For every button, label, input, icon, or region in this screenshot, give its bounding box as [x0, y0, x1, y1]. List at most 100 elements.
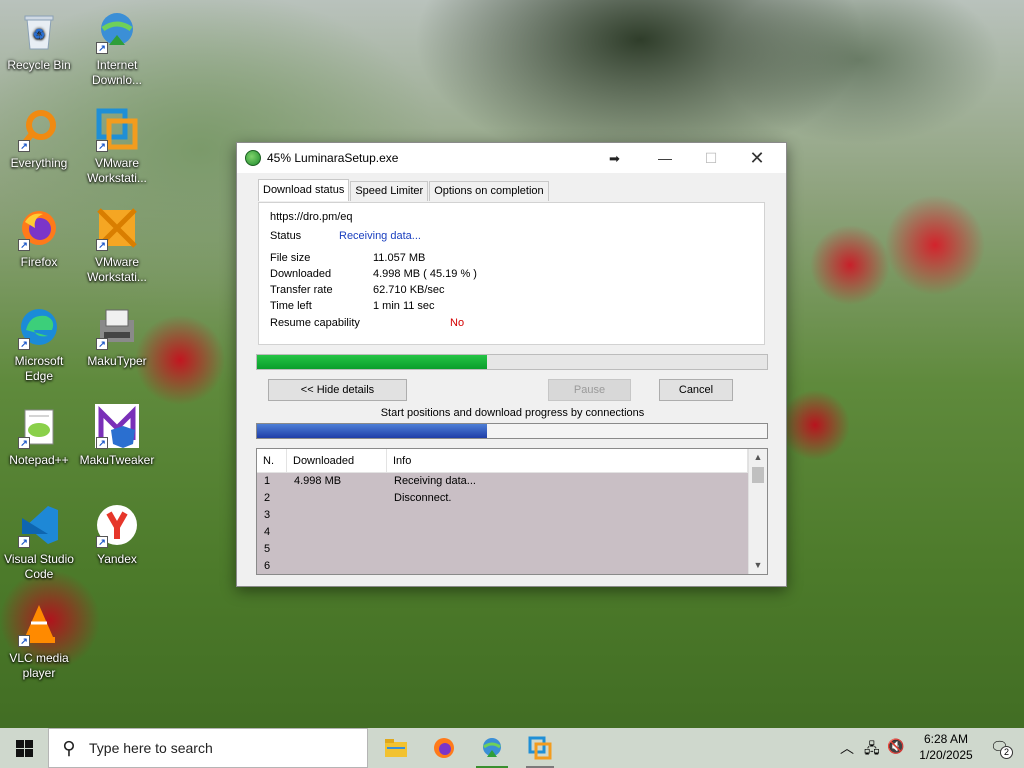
minimize-button[interactable]: — — [642, 143, 688, 173]
column-header-downloaded[interactable]: Downloaded — [287, 449, 387, 472]
vmware-player-icon: ↗ — [94, 205, 140, 251]
notepadpp-icon: ↗ — [16, 403, 62, 449]
detail-value: 11.057 MB — [373, 252, 426, 264]
table-row[interactable]: 6 — [257, 558, 748, 574]
tab-speed-limiter[interactable]: Speed Limiter — [350, 181, 429, 201]
cell-downloaded: 4.998 MB — [294, 475, 342, 487]
close-button[interactable]: ✕ — [734, 143, 780, 173]
desktop-icon-label: VMware Workstati... — [87, 255, 147, 284]
detail-label: Downloaded — [270, 268, 332, 280]
status-value: Receiving data... — [339, 230, 421, 242]
notification-center-icon[interactable]: 🗨 2 — [990, 738, 1013, 759]
desktop-icon-yandex[interactable]: ↗ Yandex — [78, 502, 156, 567]
shortcut-arrow-icon: ↗ — [96, 140, 108, 152]
table-row[interactable]: 2 Disconnect. — [257, 490, 748, 507]
taskbar-vmware[interactable] — [516, 728, 564, 768]
cell-downloaded — [287, 524, 387, 541]
desktop-icon-vmware-player[interactable]: ↗ VMware Workstati... — [78, 205, 156, 285]
detail-row-time-left: Time left 1 min 11 sec — [270, 300, 435, 312]
yandex-icon: ↗ — [94, 502, 140, 548]
cell-info — [387, 507, 637, 524]
desktop-icon-makutyper[interactable]: ↗ MakuTyper — [78, 304, 156, 369]
volume-muted-icon[interactable]: 🔇 — [887, 738, 904, 755]
hide-details-button[interactable]: << Hide details — [268, 379, 407, 401]
detail-value: No — [450, 317, 465, 329]
desktop-icon-label: Recycle Bin — [7, 58, 71, 72]
idm-icon — [483, 738, 501, 757]
desktop-icon-microsoft-edge[interactable]: ↗ Microsoft Edge — [0, 304, 78, 384]
scroll-down-icon[interactable]: ▼ — [749, 557, 767, 574]
desktop-icon-vlc[interactable]: ↗ VLC media player — [0, 601, 78, 681]
recycle-bin-icon: ♻ — [16, 8, 62, 54]
cell-downloaded — [287, 558, 387, 574]
system-clock[interactable]: 6:28 AM 1/20/2025 — [908, 731, 984, 763]
window-title: 45% LuminaraSetup.exe — [267, 151, 399, 165]
shortcut-arrow-icon: ↗ — [18, 239, 30, 251]
cancel-button[interactable]: Cancel — [659, 379, 733, 401]
move-arrow-icon: ➡ — [609, 151, 620, 166]
table-row[interactable]: 5 — [257, 541, 748, 558]
file-explorer-icon — [385, 739, 407, 757]
desktop-icon-internet-download-manager[interactable]: ↗ Internet Downlo... — [78, 8, 156, 88]
desktop-icon-firefox[interactable]: ↗ Firefox — [0, 205, 78, 270]
vertical-scrollbar[interactable]: ▲ ▼ — [748, 449, 767, 574]
cell-n: 6 — [264, 560, 271, 572]
scroll-thumb[interactable] — [752, 467, 764, 483]
vscode-icon: ↗ — [16, 502, 62, 548]
table-row[interactable]: 1 4.998 MB Receiving data... — [257, 473, 748, 490]
network-icon[interactable]: 🖧 — [864, 738, 880, 762]
desktop-icon-makutweaker[interactable]: ↗ MakuTweaker — [78, 403, 156, 468]
makutweaker-icon: ↗ — [94, 403, 140, 449]
desktop-icon-label: Yandex — [97, 552, 137, 566]
vmware-icon: ↗ — [94, 106, 140, 152]
shortcut-arrow-icon: ↗ — [96, 239, 108, 251]
column-header-info[interactable]: Info — [387, 449, 748, 472]
desktop-icon-recycle-bin[interactable]: ♻ Recycle Bin — [0, 8, 78, 73]
window-titlebar[interactable]: 45% LuminaraSetup.exe ➡ — ☐ ✕ — [237, 143, 786, 173]
taskbar-search-box[interactable]: ⚲ Type here to search — [48, 728, 368, 768]
cell-n: 4 — [264, 526, 271, 538]
cell-n: 1 — [264, 475, 271, 487]
connections-progress-fill — [257, 424, 488, 438]
idm-icon — [245, 150, 261, 166]
table-row[interactable]: 4 — [257, 524, 748, 541]
pause-button: Pause — [548, 379, 631, 401]
notification-count-badge: 2 — [1000, 746, 1013, 759]
desktop-icon-vmware-workstation[interactable]: ↗ VMware Workstati... — [78, 106, 156, 186]
detail-row-downloaded: Downloaded 4.998 MB ( 45.19 % ) — [270, 268, 477, 280]
desktop-icon-label: Microsoft Edge — [14, 354, 64, 383]
connections-table-header: N. Downloaded Info — [257, 449, 767, 473]
clock-date: 1/20/2025 — [919, 748, 973, 762]
cell-n: 2 — [264, 492, 271, 504]
connections-progress-bar — [256, 423, 768, 439]
taskbar-idm[interactable] — [468, 728, 516, 768]
column-header-n[interactable]: N. — [257, 449, 287, 472]
desktop-icon-vscode[interactable]: ↗ Visual Studio Code — [0, 502, 78, 582]
scroll-up-icon[interactable]: ▲ — [749, 449, 767, 466]
makutyper-icon: ↗ — [94, 304, 140, 350]
idm-icon: ↗ — [94, 8, 140, 54]
cell-n: 3 — [264, 509, 271, 521]
desktop-icon-notepadpp[interactable]: ↗ Notepad++ — [0, 403, 78, 468]
cell-info — [387, 558, 637, 574]
desktop-icon-label: Visual Studio Code — [4, 552, 74, 581]
svg-text:♻: ♻ — [33, 26, 46, 42]
detail-label: Resume capability — [270, 317, 360, 329]
desktop-icon-everything[interactable]: ↗ Everything — [0, 106, 78, 171]
desktop-icon-label: Everything — [10, 156, 68, 170]
cell-info — [387, 524, 637, 541]
tab-download-status[interactable]: Download status — [258, 179, 350, 201]
shortcut-arrow-icon: ↗ — [18, 140, 30, 152]
show-hidden-icons-chevron-icon[interactable]: ︿ — [840, 738, 854, 758]
desktop-icon-label: VLC media player — [9, 651, 69, 680]
firefox-icon: ↗ — [16, 205, 62, 251]
firefox-icon — [434, 738, 454, 758]
tab-options-on-completion[interactable]: Options on completion — [429, 181, 549, 201]
taskbar-firefox[interactable] — [420, 728, 468, 768]
desktop-icon-label: Notepad++ — [9, 453, 69, 467]
start-button[interactable] — [0, 728, 48, 768]
connections-table: N. Downloaded Info 1 4.998 MB Receiving … — [256, 448, 768, 575]
table-row[interactable]: 3 — [257, 507, 748, 524]
taskbar-file-explorer[interactable] — [372, 728, 420, 768]
download-progress-window: 45% LuminaraSetup.exe ➡ — ☐ ✕ Download s… — [236, 142, 787, 587]
